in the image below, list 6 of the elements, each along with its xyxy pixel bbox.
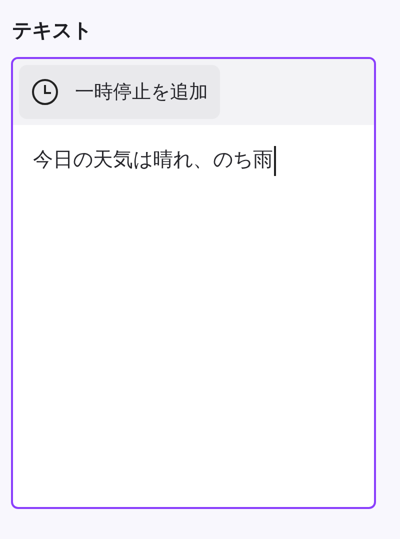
add-pause-button[interactable]: 一時停止を追加	[19, 65, 220, 119]
text-editor[interactable]: 一時停止を追加 今日の天気は晴れ、のち雨	[11, 57, 376, 509]
field-label: テキスト	[12, 17, 93, 44]
text-field[interactable]: 今日の天気は晴れ、のち雨	[13, 125, 374, 194]
clock-icon	[31, 78, 59, 106]
text-cursor	[274, 146, 276, 176]
